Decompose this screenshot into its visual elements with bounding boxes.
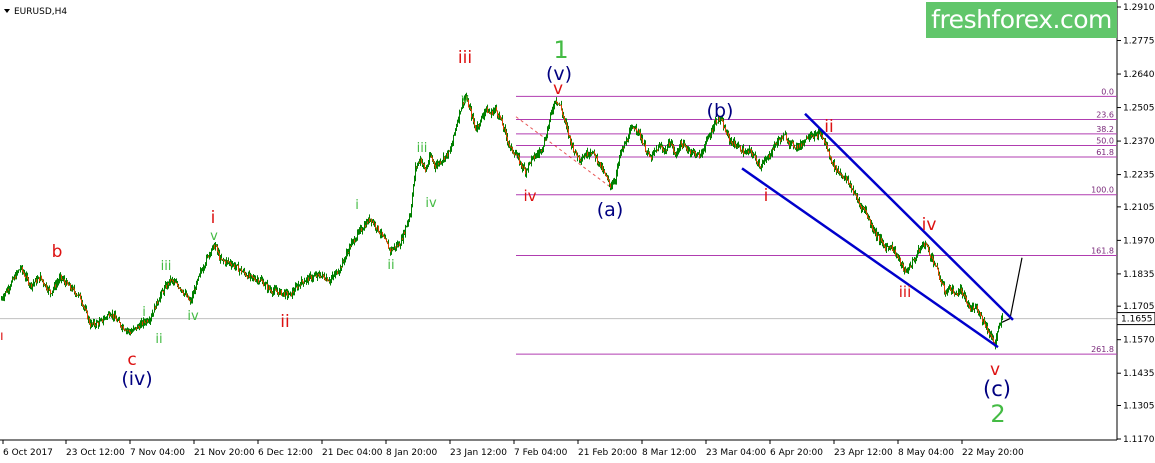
price-series [1, 92, 1023, 350]
time-tick-label: 6 Apr 20:00 [770, 448, 823, 458]
price-tick-label: 1.1570 [1123, 336, 1155, 346]
price-tick-label: 1.1305 [1123, 401, 1155, 411]
fib-level-label: 61.8 [1096, 148, 1114, 157]
wave-label: i [211, 208, 216, 228]
time-tick-label: 23 Jan 12:00 [450, 448, 507, 458]
wave-label: iv [523, 187, 536, 205]
price-tick-label: 1.2640 [1123, 70, 1155, 80]
fib-level-label: 50.0 [1096, 137, 1114, 146]
time-tick-label: 6 Dec 12:00 [258, 448, 313, 458]
wave-label: 1 [553, 36, 568, 64]
price-tick-label: 1.1435 [1123, 369, 1155, 379]
time-tick-label: 7 Nov 04:00 [130, 448, 185, 458]
wave-labels: bc(iv)iiiiiiiviviiiiiiiiiviiiviv1(v)v(a)… [0, 36, 1011, 428]
time-tick-label: 23 Mar 04:00 [706, 448, 766, 458]
fib-level-label: 0.0 [1101, 87, 1114, 96]
current-price-label: 1.1655 [1121, 315, 1153, 325]
price-tick-label: 1.2775 [1123, 37, 1155, 47]
wave-label: (a) [597, 199, 623, 221]
time-tick-label: 22 May 20:00 [962, 448, 1024, 458]
chart-window: 0.0 23.6 38.2 50.0 61.8 100.0 161.8 261.8 1.165… [0, 0, 1155, 463]
time-tick-label: 7 Feb 04:00 [514, 448, 568, 458]
fib-anchor-line [515, 116, 613, 189]
wave-label: ii [280, 312, 289, 332]
wave-label: iv [922, 215, 937, 235]
wave-label: v [553, 79, 563, 99]
symbol-dropdown-icon[interactable] [4, 9, 10, 13]
wave-label: (b) [707, 100, 734, 122]
wave-label: v [461, 92, 469, 107]
wave-label: (iv) [121, 368, 152, 390]
price-tick-label: 1.2105 [1123, 203, 1155, 213]
wave-label: ii [155, 332, 162, 347]
time-axis: 6 Oct 2017 23 Oct 12:00 7 Nov 04:00 21 Nov … [2, 440, 1024, 458]
price-tick-label: 1.1170 [1123, 435, 1155, 445]
wave-label: iii [417, 141, 428, 156]
wave-label: c [127, 350, 136, 370]
time-tick-label: 6 Oct 2017 [3, 448, 53, 458]
wave-label: i [142, 305, 146, 320]
wave-label: iii [899, 283, 912, 301]
time-tick-label: 8 May 04:00 [898, 448, 954, 458]
wave-label: i [764, 186, 769, 206]
wave-label: iii [458, 48, 472, 68]
time-tick-label: 8 Jan 20:00 [386, 448, 438, 458]
wave-label: iv [187, 309, 199, 324]
trend-channel[interactable] [741, 112, 1014, 349]
wave-label: iii [161, 259, 172, 274]
wave-label: 2 [990, 400, 1005, 428]
time-tick-label: 8 Mar 12:00 [642, 448, 697, 458]
price-axis: 1.2910 1.2775 1.2640 1.2505 1.2370 1.2235 1.21… [1117, 3, 1155, 445]
time-tick-label: 21 Feb 20:00 [578, 448, 637, 458]
price-tick-label: 1.2910 [1123, 3, 1155, 13]
time-tick-label: 23 Apr 12:00 [834, 448, 893, 458]
price-tick-label: 1.1705 [1123, 302, 1155, 312]
price-tick-label: 1.2235 [1123, 171, 1155, 181]
fib-level-label: 100.0 [1091, 186, 1114, 195]
wave-label: b [52, 242, 63, 262]
fib-level-label: 38.2 [1096, 125, 1114, 134]
brand-logo: freshforex.com [926, 2, 1117, 38]
wave-label: i [355, 198, 359, 213]
price-tick-label: 1.1835 [1123, 270, 1155, 280]
wave-label-edge: ı [0, 329, 4, 344]
price-tick-label: 1.2370 [1123, 137, 1155, 147]
time-tick-label: 23 Oct 12:00 [66, 448, 125, 458]
fib-level-label: 261.8 [1091, 345, 1114, 354]
price-tick-label: 1.1970 [1123, 236, 1155, 246]
fib-level-label: 161.8 [1091, 247, 1114, 256]
wave-label: ii [387, 258, 394, 273]
wave-label: ii [824, 117, 833, 137]
fib-level-label: 23.6 [1096, 110, 1114, 119]
time-tick-label: 21 Dec 04:00 [322, 448, 383, 458]
time-tick-label: 21 Nov 20:00 [194, 448, 255, 458]
price-tick-label: 1.2505 [1123, 104, 1155, 114]
wave-label: (c) [983, 377, 1011, 401]
price-chart[interactable]: 0.0 23.6 38.2 50.0 61.8 100.0 161.8 261.8 1.165… [0, 0, 1155, 463]
wave-label: iv [425, 196, 437, 211]
symbol-label: EURUSD,H4 [14, 7, 67, 17]
wave-label: v [210, 229, 218, 244]
